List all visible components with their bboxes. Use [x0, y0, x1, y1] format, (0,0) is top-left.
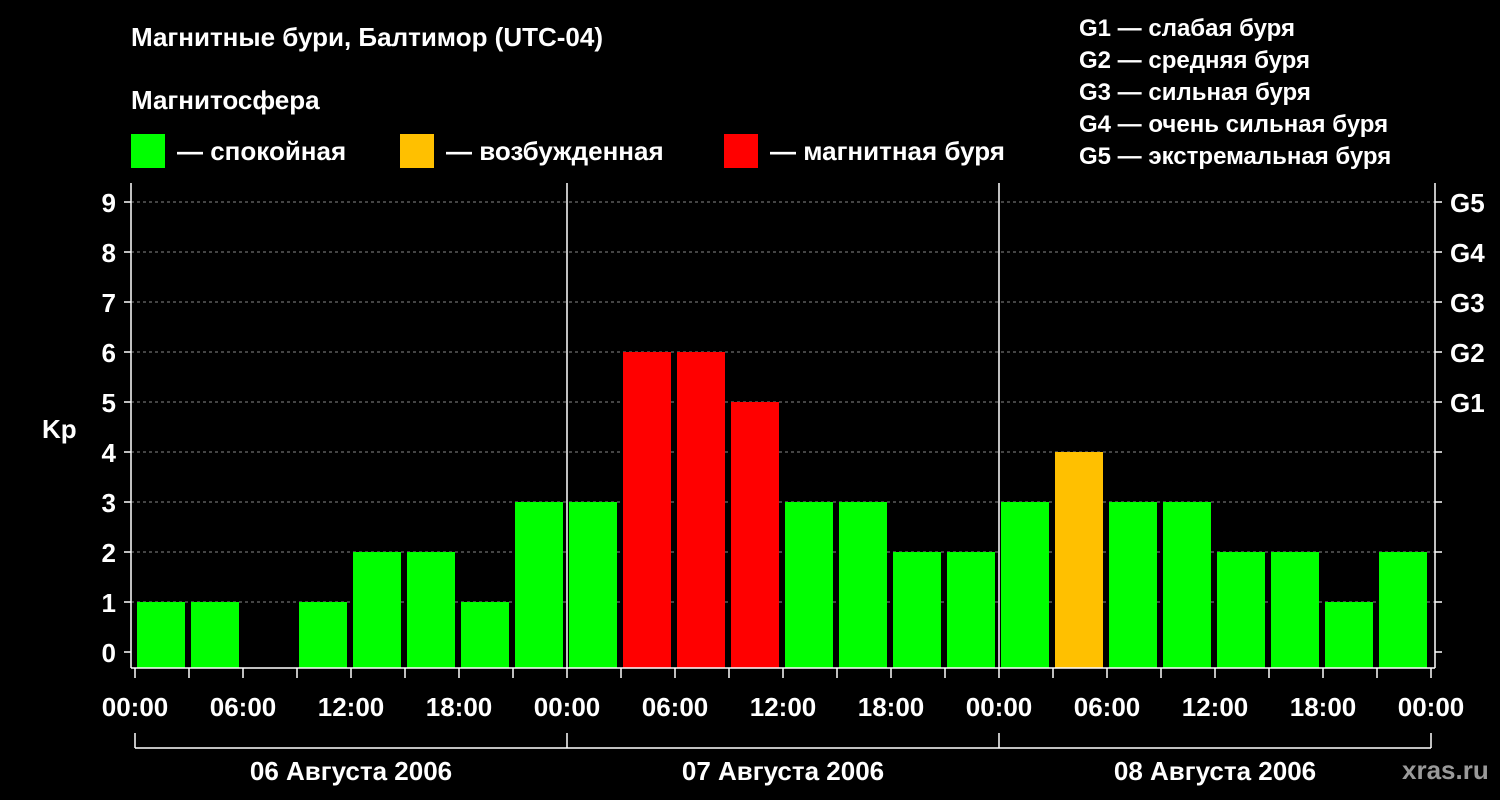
g-level-label: G5 — [1450, 188, 1485, 218]
y-tick-label: 7 — [102, 288, 116, 318]
x-tick-label: 18:00 — [1290, 692, 1357, 722]
x-tick-label: 06:00 — [210, 692, 277, 722]
kp-bar — [677, 352, 725, 668]
kp-bar — [731, 402, 779, 668]
kp-bar — [785, 502, 833, 668]
kp-bar — [1325, 602, 1373, 668]
kp-bar — [893, 552, 941, 668]
kp-bar — [569, 502, 617, 668]
kp-bar — [137, 602, 185, 668]
y-axis-label: Kp — [42, 414, 77, 444]
g-level-label: G3 — [1450, 288, 1485, 318]
kp-bar — [1217, 552, 1265, 668]
x-tick-label: 00:00 — [1398, 692, 1465, 722]
day-label: 08 Августа 2006 — [1114, 756, 1316, 786]
y-tick-label: 2 — [102, 538, 116, 568]
x-tick-label: 00:00 — [102, 692, 169, 722]
y-tick-label: 9 — [102, 188, 116, 218]
kp-bar — [1001, 502, 1049, 668]
day-label: 07 Августа 2006 — [682, 756, 884, 786]
kp-bar — [839, 502, 887, 668]
watermark: xras.ru — [1402, 755, 1489, 785]
kp-bar — [1055, 452, 1103, 668]
y-tick-label: 1 — [102, 588, 116, 618]
kp-bar — [623, 352, 671, 668]
day-label: 06 Августа 2006 — [250, 756, 452, 786]
kp-bar — [1109, 502, 1157, 668]
y-tick-label: 4 — [102, 438, 117, 468]
y-tick-label: 0 — [102, 638, 116, 668]
x-tick-label: 00:00 — [534, 692, 601, 722]
y-tick-label: 5 — [102, 388, 116, 418]
kp-bar — [191, 602, 239, 668]
kp-bar — [1271, 552, 1319, 668]
kp-bar — [299, 602, 347, 668]
g-level-label: G2 — [1450, 338, 1485, 368]
y-tick-label: 3 — [102, 488, 116, 518]
x-tick-label: 18:00 — [858, 692, 925, 722]
kp-bar — [1163, 502, 1211, 668]
x-tick-label: 12:00 — [1182, 692, 1249, 722]
x-tick-label: 12:00 — [750, 692, 817, 722]
kp-bar — [461, 602, 509, 668]
g-level-label: G4 — [1450, 238, 1485, 268]
kp-bar-chart: 0 1 2 3 4 5 6 7 8 9 G1 G2 G3 G4 G5 Kp 00:00 06:00 12:00 18:… — [42, 183, 1485, 786]
kp-bar — [947, 552, 995, 668]
x-tick-label: 00:00 — [966, 692, 1033, 722]
x-tick-label: 06:00 — [642, 692, 709, 722]
kp-bar — [353, 552, 401, 668]
kp-bar — [1379, 552, 1427, 668]
y-tick-label: 6 — [102, 338, 116, 368]
g-level-label: G1 — [1450, 388, 1485, 418]
y-tick-label: 8 — [102, 238, 116, 268]
kp-bar — [407, 552, 455, 668]
x-tick-label: 18:00 — [426, 692, 493, 722]
x-tick-label: 06:00 — [1074, 692, 1141, 722]
x-tick-label: 12:00 — [318, 692, 385, 722]
kp-bar — [515, 502, 563, 668]
